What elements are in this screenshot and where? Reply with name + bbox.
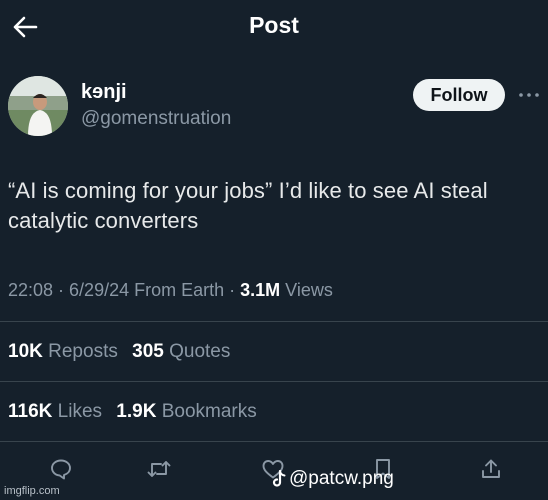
tweet-meta: 22:08 · 6/29/24 From Earth · 3.1M Views (8, 280, 333, 301)
page-title: Post (249, 12, 299, 38)
top-bar: Post (0, 0, 548, 54)
views-label: Views (280, 280, 333, 300)
follow-button[interactable]: Follow (413, 79, 505, 111)
tiktok-handle: @patcw.png (289, 468, 394, 489)
more-horizontal-icon (519, 93, 539, 97)
reposts-label: Reposts (48, 341, 118, 362)
repost-icon (147, 461, 171, 477)
tweet-date[interactable]: 6/29/24 (69, 280, 129, 300)
views-count: 3.1M (240, 280, 281, 300)
quotes-stat[interactable]: 305 Quotes (132, 341, 230, 362)
more-options-button[interactable] (516, 86, 542, 104)
meta-separator: · (224, 280, 241, 300)
likes-label: Likes (57, 401, 103, 422)
bookmarks-count: 1.9K (116, 401, 157, 422)
reply-icon (51, 459, 71, 480)
tiktok-watermark: @patcw.png (272, 468, 394, 490)
bookmarks-stat[interactable]: 1.9K Bookmarks (116, 401, 256, 422)
repost-button[interactable] (142, 452, 176, 486)
tiktok-logo-icon (272, 470, 286, 487)
avatar-photo (8, 76, 68, 136)
quotes-count: 305 (132, 341, 164, 362)
likes-count: 116K (8, 401, 53, 422)
bookmarks-label: Bookmarks (161, 401, 257, 422)
tweet-source: From Earth (129, 280, 225, 300)
tweet-text-line: catalytic converters (8, 208, 199, 233)
meta-separator: · (53, 280, 70, 300)
tweet-text: “AI is coming for your jobs” I’d like to… (8, 176, 542, 236)
stats-row-reposts: 10K Reposts 305 Quotes (8, 341, 239, 363)
reposts-stat[interactable]: 10K Reposts (8, 341, 118, 362)
divider (0, 321, 548, 322)
display-name[interactable]: kɘnji (81, 81, 127, 104)
divider (0, 441, 548, 442)
user-handle[interactable]: @gomenstruation (81, 108, 231, 130)
share-button[interactable] (474, 452, 508, 486)
share-icon (482, 459, 500, 478)
tweet-text-line: “AI is coming for your jobs” I’d like to… (8, 178, 488, 203)
reposts-count: 10K (8, 341, 43, 362)
reply-button[interactable] (44, 452, 78, 486)
avatar[interactable] (8, 76, 68, 136)
likes-stat[interactable]: 116K Likes (8, 401, 102, 422)
imgflip-watermark: imgflip.com (4, 485, 60, 497)
stats-row-likes: 116K Likes 1.9K Bookmarks (8, 401, 266, 423)
tweet-time[interactable]: 22:08 (8, 280, 53, 300)
divider (0, 381, 548, 382)
quotes-label: Quotes (169, 341, 231, 362)
